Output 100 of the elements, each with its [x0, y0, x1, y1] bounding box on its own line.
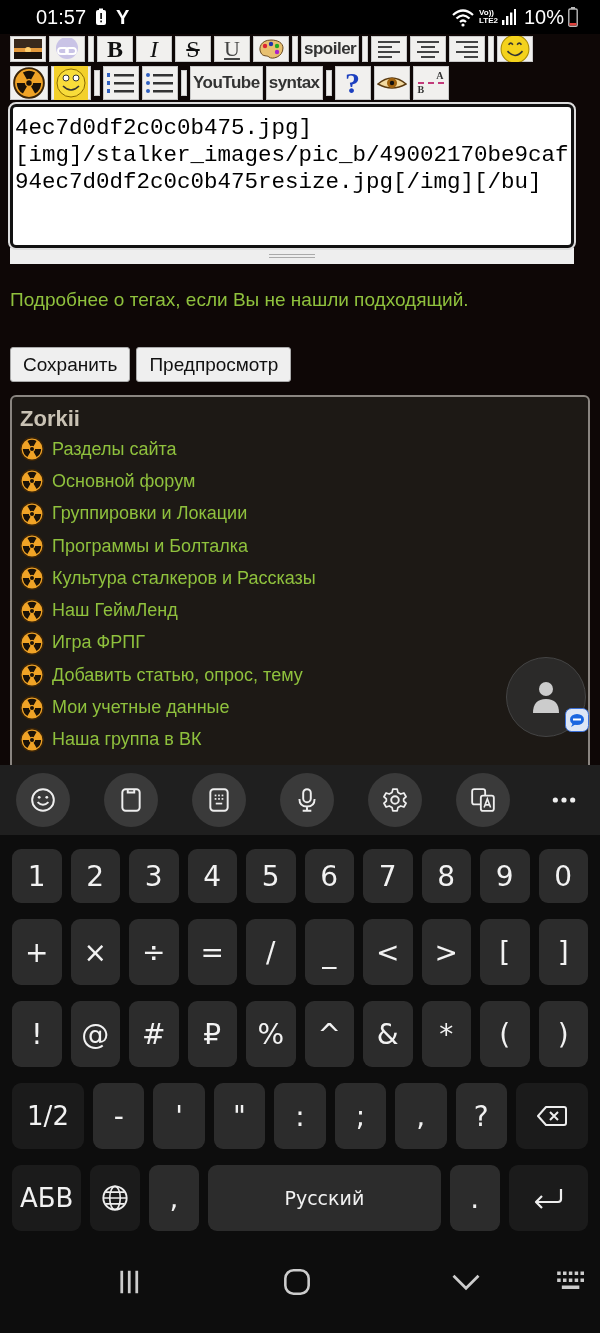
key[interactable]: & [363, 1001, 413, 1067]
key[interactable]: ; [334, 1083, 387, 1149]
grinning-face-icon[interactable] [54, 66, 88, 100]
key[interactable]: [ [480, 919, 530, 985]
key[interactable]: > [421, 919, 471, 985]
smiley-icon[interactable] [500, 36, 531, 62]
radiation-icon [20, 598, 44, 623]
radiation-icon [20, 695, 44, 720]
key[interactable]: ÷ [129, 919, 179, 985]
key[interactable]: 1 [12, 849, 62, 903]
key[interactable]: 7 [363, 849, 413, 903]
key[interactable]: , [395, 1083, 447, 1149]
keypad-icon[interactable] [206, 787, 232, 813]
toolbar-separator [88, 36, 94, 62]
key[interactable]: 4 [187, 849, 237, 903]
align-center-icon[interactable] [417, 39, 440, 59]
menu-link[interactable]: Группировки и Локации [52, 503, 248, 525]
status-time: 01:57 [36, 5, 87, 29]
tag-button[interactable]: YouTube [190, 66, 263, 100]
radiation-icon [20, 663, 44, 688]
menu-link[interactable]: Разделы сайта [52, 438, 177, 460]
settings-icon[interactable] [382, 787, 408, 813]
key[interactable]: : [274, 1083, 326, 1149]
key[interactable]: 2 [70, 849, 120, 903]
home-icon[interactable] [283, 1268, 311, 1296]
space-key[interactable]: Русский [207, 1165, 441, 1231]
key[interactable]: , [149, 1165, 199, 1231]
key[interactable]: @ [70, 1001, 120, 1067]
menu-link[interactable]: Добавить статью, опрос, тему [52, 664, 303, 686]
bold-button[interactable]: B [97, 36, 133, 62]
italic-button[interactable]: I [136, 36, 172, 62]
key[interactable]: 1/2 [12, 1083, 84, 1149]
key[interactable]: ₽ [187, 1001, 237, 1067]
menu-link[interactable]: Мои учетные данные [52, 697, 230, 718]
key[interactable]: % [246, 1001, 296, 1067]
clipboard-icon[interactable] [118, 787, 144, 813]
key[interactable]: . [450, 1165, 500, 1231]
translate-icon[interactable] [470, 787, 496, 813]
key[interactable]: АБВ [12, 1165, 82, 1231]
key[interactable]: < [363, 919, 413, 985]
menu-link[interactable]: Игра ФРПГ [52, 632, 145, 654]
key[interactable]: 9 [480, 849, 530, 903]
tag-button[interactable]: syntax [265, 66, 323, 100]
key[interactable]: / [246, 919, 296, 985]
key[interactable]: ) [538, 1001, 588, 1067]
palette-icon[interactable] [257, 38, 285, 60]
radiation-icon [20, 437, 44, 462]
key[interactable]: 6 [304, 849, 354, 903]
strikethrough-button[interactable]: S [175, 36, 211, 62]
key[interactable]: _ [304, 919, 354, 985]
key[interactable]: ] [538, 919, 588, 985]
key[interactable]: ( [480, 1001, 530, 1067]
radiation-icon[interactable] [13, 67, 45, 99]
wifi-icon [451, 7, 475, 27]
key[interactable]: - [93, 1083, 145, 1149]
toolbar-separator [292, 36, 298, 62]
language-key[interactable] [90, 1165, 141, 1231]
key[interactable]: ? [455, 1083, 507, 1149]
key[interactable]: 8 [421, 849, 471, 903]
key[interactable]: 5 [246, 849, 296, 903]
help-button[interactable]: ? [334, 66, 371, 100]
key[interactable]: = [187, 919, 237, 985]
menu-link[interactable]: Наш ГеймЛенд [52, 600, 178, 622]
align-right-icon[interactable] [456, 39, 479, 59]
key[interactable]: ' [153, 1083, 205, 1149]
globe-icon [101, 1184, 130, 1212]
key[interactable]: # [129, 1001, 179, 1067]
key[interactable]: 3 [129, 849, 179, 903]
tags-help-link[interactable]: Подробнее о тегах, если Вы не нашли подходящий. [10, 288, 590, 312]
photo-icon[interactable] [14, 39, 42, 59]
toolbar-separator [181, 70, 187, 96]
key[interactable]: + [12, 919, 62, 985]
key[interactable]: ^ [304, 1001, 354, 1067]
text-area[interactable]: 4ec7d0df2c0c0b475.jpg] [img]/stalker_images/pic_b/49002170be9caf 94ec7d0df2c0c0b475resize.jpg[/img][/bu] [10, 104, 574, 248]
key[interactable]: 0 [538, 849, 588, 903]
menu-link[interactable]: Основной форум [52, 470, 196, 492]
save-button[interactable]: Сохранить [10, 347, 131, 382]
key[interactable]: ! [12, 1001, 62, 1067]
menu-link[interactable]: Наша группа в ВК [52, 729, 202, 751]
key[interactable]: " [213, 1083, 266, 1149]
size-button[interactable]: A B [412, 66, 449, 100]
backspace-key[interactable] [515, 1083, 588, 1149]
radiation-icon [20, 469, 44, 494]
enter-icon [532, 1187, 565, 1209]
menu-link[interactable]: Культура сталкеров и Рассказы [52, 567, 316, 589]
menu-link[interactable]: Программы и Болталка [52, 535, 249, 557]
bulleted-list-icon[interactable] [146, 70, 174, 96]
toolbar-separator [94, 70, 100, 96]
enter-key[interactable] [508, 1165, 588, 1231]
emoji-icon[interactable] [30, 787, 56, 813]
numbered-list-icon[interactable] [107, 70, 135, 96]
key[interactable]: × [70, 919, 120, 985]
toolbar-separator [325, 70, 332, 96]
notification-glyph: Y [116, 5, 130, 29]
battery-saver-icon [95, 8, 108, 26]
preview-button[interactable]: Предпросмотр [136, 347, 292, 382]
underline-button[interactable]: U [214, 36, 250, 62]
key[interactable]: * [421, 1001, 471, 1067]
tag-button[interactable]: spoiler [301, 36, 360, 62]
align-left-icon[interactable] [378, 39, 401, 59]
